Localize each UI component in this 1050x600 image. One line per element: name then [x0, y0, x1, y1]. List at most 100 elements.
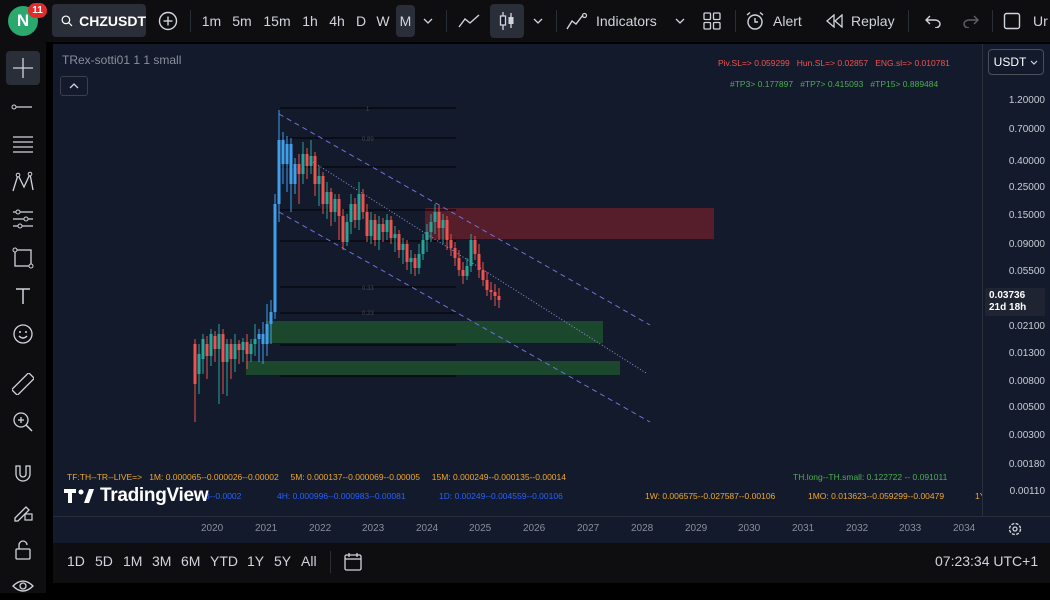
- timeframe-w[interactable]: W: [373, 5, 393, 37]
- candle-body: [313, 156, 317, 184]
- timeframe-15m[interactable]: 15m: [260, 5, 294, 37]
- candle-body: [353, 204, 357, 220]
- indicator-title[interactable]: TRex-sotti01 1 1 small: [62, 53, 181, 67]
- year-label: 2030: [738, 523, 761, 534]
- timeframe-m[interactable]: M: [396, 5, 415, 37]
- zoom-tool[interactable]: [9, 408, 37, 436]
- year-label: 2025: [469, 523, 492, 534]
- year-label: 2024: [416, 523, 439, 534]
- candlestick-series: [193, 110, 501, 422]
- price-label: 0.02100: [1008, 321, 1045, 332]
- price-label: 0.00800: [1008, 376, 1045, 387]
- lock-tool[interactable]: [9, 536, 37, 564]
- tradingview-logo-icon: [64, 489, 94, 503]
- range-6m[interactable]: 6M: [181, 553, 200, 569]
- range-5y[interactable]: 5Y: [274, 553, 291, 569]
- chart-type-dropdown[interactable]: [528, 5, 548, 37]
- line-chart-button[interactable]: [454, 5, 484, 37]
- tp15: #TP15> 0.889484: [870, 79, 939, 89]
- collapse-legend-button[interactable]: [60, 76, 88, 96]
- chart-settings-button[interactable]: [1007, 521, 1023, 542]
- add-symbol-button[interactable]: [154, 5, 182, 37]
- symbol-search-button[interactable]: CHZUSDT: [52, 4, 146, 37]
- timeframe-5m[interactable]: 5m: [228, 5, 256, 37]
- clock-timezone[interactable]: 07:23:34 UTC+1: [935, 553, 1038, 569]
- fib-lines-icon: [13, 136, 33, 153]
- candle-body: [277, 140, 281, 204]
- layouts-button[interactable]: [698, 5, 726, 37]
- emoji-tool[interactable]: [9, 320, 37, 348]
- alert-button[interactable]: Alert: [745, 5, 811, 37]
- indicators-label: Indicators: [596, 13, 657, 29]
- range-ytd[interactable]: YTD: [210, 553, 238, 569]
- pattern-tool[interactable]: [9, 168, 37, 196]
- tf-1w: 1W: 0.006575--0.027587--0.00106: [645, 491, 776, 501]
- chart-pane[interactable]: 1 0.89 0.33 0.23 TRex-sotti01 1 1 small …: [53, 44, 982, 516]
- price-chart[interactable]: 1 0.89 0.33 0.23: [53, 44, 982, 516]
- candle-body: [233, 344, 237, 359]
- range-all[interactable]: All: [301, 553, 317, 569]
- year-label: 2029: [685, 523, 708, 534]
- candle-body: [293, 164, 297, 184]
- divider: [992, 10, 993, 32]
- go-to-date-button[interactable]: [343, 552, 363, 577]
- notification-badge[interactable]: 11: [28, 3, 47, 18]
- timeframe-1m[interactable]: 1m: [198, 5, 225, 37]
- timeframe-1h[interactable]: 1h: [297, 5, 323, 37]
- candles-chart-button[interactable]: [490, 4, 524, 38]
- measure-tool[interactable]: [9, 370, 37, 398]
- candle-body: [333, 199, 337, 212]
- tf-info-row1: TF:TH--TR--LIVE=> 1M: 0.000065--0.000026…: [67, 472, 566, 482]
- candle-body: [321, 176, 325, 204]
- candle-body: [497, 296, 501, 300]
- tp7: #TP7> 0.415093: [800, 79, 864, 89]
- timeframe-dropdown[interactable]: [418, 5, 438, 37]
- candle-body: [385, 220, 389, 232]
- alarm-clock-icon: [746, 11, 764, 30]
- shape-tool[interactable]: [9, 244, 37, 272]
- trend-line-tool[interactable]: [9, 93, 37, 121]
- divider: [190, 10, 191, 32]
- candle-body: [261, 334, 265, 344]
- candle-body: [221, 334, 225, 362]
- range-5d[interactable]: 5D: [95, 553, 113, 569]
- crosshair-tool[interactable]: [6, 51, 40, 85]
- draw-mode-tool[interactable]: [9, 498, 37, 526]
- tradingview-logo[interactable]: TradingView: [64, 485, 209, 507]
- replay-button[interactable]: Replay: [826, 5, 900, 37]
- replay-label: Replay: [851, 13, 895, 29]
- timeframe-d[interactable]: D: [351, 5, 371, 37]
- range-3m[interactable]: 3M: [152, 553, 171, 569]
- candle-body: [201, 339, 205, 359]
- time-axis[interactable]: 2020 2021 2022 2023 2024 2025 2026 2027 …: [53, 516, 1050, 543]
- unnamed-layout-button[interactable]: Ur: [1033, 5, 1050, 37]
- candle-body: [205, 344, 209, 356]
- year-label: 2034: [953, 523, 976, 534]
- prediction-tool[interactable]: [9, 205, 37, 233]
- range-1m[interactable]: 1M: [123, 553, 142, 569]
- timeframe-4h[interactable]: 4h: [325, 5, 349, 37]
- magnet-tool[interactable]: [9, 460, 37, 488]
- indicators-button[interactable]: Indicators: [566, 5, 662, 37]
- undo-button[interactable]: [920, 5, 946, 37]
- redo-button[interactable]: [958, 5, 984, 37]
- price-axis[interactable]: USDT 1.20000 0.70000 0.40000 0.25000 0.1…: [982, 44, 1050, 516]
- text-tool[interactable]: [9, 282, 37, 310]
- indicators-dropdown[interactable]: [670, 5, 690, 37]
- th-info: TH.long--TH.small: 0.122722 -- 0.091011: [793, 472, 948, 482]
- range-1y[interactable]: 1Y: [247, 553, 264, 569]
- candle-body: [361, 194, 365, 212]
- candle-body: [477, 254, 481, 270]
- currency-button[interactable]: USDT: [988, 49, 1044, 75]
- undo-icon: [925, 15, 941, 28]
- channel-lower-line: [278, 211, 651, 423]
- fib-tool[interactable]: [9, 130, 37, 158]
- tf-1d: 1D: 0.00249--0.004559--0.00106: [439, 491, 563, 501]
- range-1d[interactable]: 1D: [67, 553, 85, 569]
- fullscreen-button[interactable]: [1000, 5, 1024, 37]
- candle-body: [197, 354, 201, 374]
- price-label: 0.15000: [1008, 210, 1045, 221]
- top-toolbar: N 11 CHZUSDT 1m 5m 15m 1h 4h D W M Indic…: [0, 0, 1050, 42]
- visibility-tool[interactable]: [9, 572, 37, 600]
- year-label: 2027: [577, 523, 600, 534]
